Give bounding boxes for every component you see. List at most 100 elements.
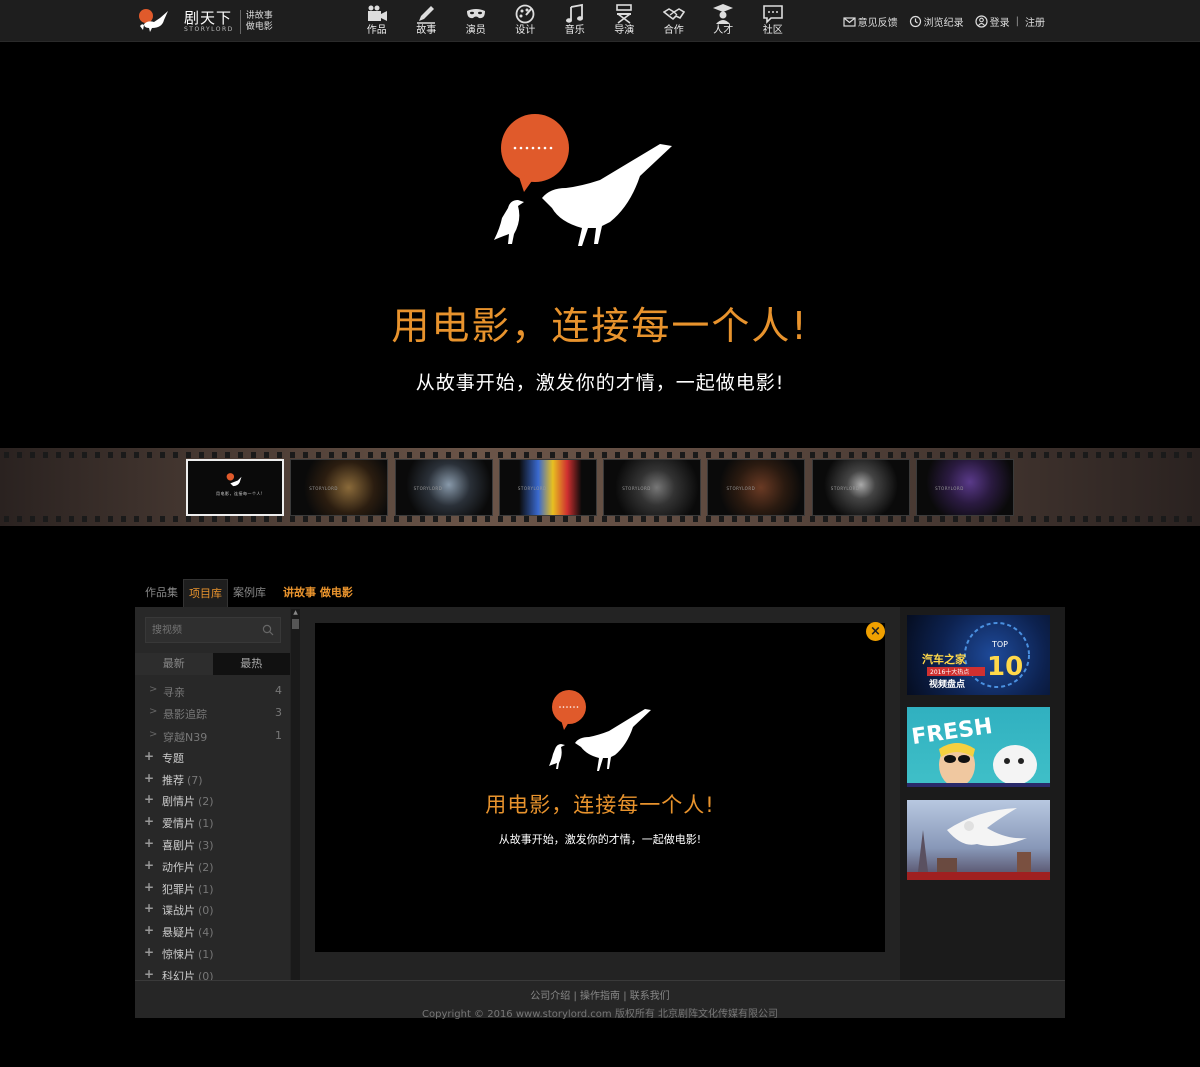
film-frame-8-text: STORYLORD <box>935 486 964 491</box>
category-item[interactable]: + 悬疑片 (4) <box>135 922 290 944</box>
hero-title: 用电影，连接每一个人! <box>391 304 809 348</box>
nav-actors[interactable]: 演员 <box>451 0 501 42</box>
history-clock-icon <box>909 15 921 28</box>
film-frame-6[interactable]: STORYLORD <box>707 459 806 516</box>
category-item[interactable]: + 爱情片 (1) <box>135 813 290 835</box>
film-frame-7-text: STORYLORD <box>830 486 860 491</box>
hero-subtitle: 从故事开始，激发你的才情，一起做电影! <box>415 372 785 394</box>
register-label: 注册 <box>1025 18 1045 29</box>
tab-portfolio[interactable]: 作品集 <box>140 579 183 607</box>
film-frame-1[interactable]: 用电影，连接每一个人! <box>186 459 284 516</box>
list-item[interactable]: > 穿越N39 1 <box>135 726 290 748</box>
logo-chinese-name: 剧天下 <box>184 9 233 27</box>
plus-icon: + <box>144 857 155 872</box>
footer-link-guide[interactable]: 操作指南 <box>580 991 620 1002</box>
category-item[interactable]: + 动作片 (2) <box>135 857 290 879</box>
nav-talent[interactable]: 人才 <box>699 0 749 42</box>
thumbnail-2[interactable]: FRESH <box>907 707 1050 787</box>
nav-community[interactable]: 社区 <box>748 0 798 42</box>
plus-icon: + <box>144 748 155 763</box>
film-frame-2[interactable]: STORYLORD <box>290 459 389 516</box>
search-input[interactable] <box>146 618 256 643</box>
category-item[interactable]: + 惊悚片 (1) <box>135 944 290 966</box>
copyright-text: Copyright © 2016 www.storylord.com 版权所有 … <box>422 1009 778 1020</box>
preview-title: 用电影，连接每一个人! <box>485 793 715 817</box>
nav-music[interactable]: 音乐 <box>550 0 600 42</box>
history-link[interactable]: 浏览纪录 <box>909 14 964 29</box>
chevron-right-icon: > <box>149 706 158 718</box>
logo-english-name: STORYLORD <box>184 26 234 33</box>
feedback-link[interactable]: 意见反馈 <box>843 14 898 29</box>
nav-director[interactable]: 导演 <box>600 0 650 42</box>
list-item[interactable]: > 悬影追踪 3 <box>135 703 290 725</box>
tab-cases[interactable]: 案例库 <box>228 579 271 607</box>
film-frame-3-text: STORYLORD <box>413 486 443 491</box>
film-frame-4[interactable]: STORYLORD <box>498 459 597 516</box>
scroll-thumb[interactable] <box>292 619 299 629</box>
nav-story[interactable]: 故事 <box>402 0 452 42</box>
nav-design[interactable]: 设计 <box>501 0 551 42</box>
search-icon[interactable] <box>262 624 274 636</box>
category-item[interactable]: + 推荐 (7) <box>135 770 290 792</box>
category-item[interactable]: + 谍战片 (0) <box>135 900 290 922</box>
svg-text:2016十大热点: 2016十大热点 <box>930 668 969 676</box>
tab-projects[interactable]: 项目库 <box>183 579 228 607</box>
nav-cooperation[interactable]: 合作 <box>649 0 699 42</box>
film-frame-5[interactable]: STORYLORD <box>603 459 702 516</box>
search-box <box>145 617 281 643</box>
nav-actors-label: 演员 <box>465 25 486 36</box>
hero-bird-logo-icon <box>490 110 680 250</box>
thumbnail-1[interactable]: 汽车之家 2016十大热点 视频盘点 TOP 10 <box>907 615 1050 695</box>
chat-bubble-icon <box>762 5 783 24</box>
category-item[interactable]: + 喜剧片 (3) <box>135 835 290 857</box>
close-preview-button[interactable]: × <box>866 622 885 641</box>
user-links: 意见反馈 浏览纪录 登录 | 注册 <box>832 14 1045 29</box>
plus-icon: + <box>144 945 155 960</box>
chevron-right-icon: > <box>149 728 158 740</box>
top-navigation-bar: 剧天下 STORYLORD 讲故事 做电影 作品 故事 演员 设计 音乐 导演 … <box>0 0 1200 42</box>
thumbnail-3[interactable] <box>907 800 1050 880</box>
video-preview[interactable]: 用电影，连接每一个人! 从故事开始，激发你的才情，一起做电影! <box>315 623 885 952</box>
film-frame-4-text: STORYLORD <box>517 486 547 491</box>
graduate-icon <box>713 4 734 24</box>
footer-link-about[interactable]: 公司介绍 <box>530 991 570 1002</box>
film-frame-3[interactable]: STORYLORD <box>394 459 493 516</box>
film-frame-8[interactable]: STORYLORD <box>916 459 1015 516</box>
category-item[interactable]: + 剧情片 (2) <box>135 791 290 813</box>
mask-icon <box>466 9 485 19</box>
handshake-icon <box>662 8 685 21</box>
tabs-slogan: 讲故事 做电影 <box>283 586 353 599</box>
footer-link-contact[interactable]: 联系我们 <box>630 991 670 1002</box>
library-tabs: 作品集 项目库 案例库 讲故事 做电影 <box>140 579 353 607</box>
register-link[interactable]: 注册 <box>1025 14 1045 29</box>
plus-icon: + <box>144 792 155 807</box>
logo-slogan-1: 讲故事 <box>245 11 273 21</box>
nav-works-label: 作品 <box>366 25 387 36</box>
palette-icon <box>515 4 535 24</box>
thumbnail-2-graphic: FRESH <box>907 714 1050 787</box>
frame-1-bird-icon <box>226 473 242 487</box>
pencil-icon <box>417 6 436 24</box>
category-item[interactable]: + 科幻片 (0) <box>135 966 290 980</box>
sort-hottest-tab[interactable]: 最热 <box>212 653 290 675</box>
sidebar-scrollbar[interactable]: ▲ <box>291 609 300 980</box>
nav-works[interactable]: 作品 <box>352 0 402 42</box>
nav-story-label: 故事 <box>416 25 437 36</box>
login-register-separator: | <box>1015 16 1019 27</box>
login-link[interactable]: 登录 <box>975 14 1010 29</box>
category-item[interactable]: + 犯罪片 (1) <box>135 879 290 901</box>
sort-newest-tab[interactable]: 最新 <box>135 653 213 675</box>
film-strip-carousel: 用电影，连接每一个人! STORYLORD STORYLORD STORYLOR… <box>0 448 1200 526</box>
login-label: 登录 <box>989 18 1010 29</box>
film-frame-7[interactable]: STORYLORD <box>811 459 910 516</box>
scroll-up-icon[interactable]: ▲ <box>292 609 299 616</box>
category-item[interactable]: + 专题 <box>135 748 290 770</box>
video-camera-icon <box>367 5 387 21</box>
site-logo[interactable]: 剧天下 STORYLORD 讲故事 做电影 <box>138 7 273 37</box>
film-perforation-top <box>0 452 1200 458</box>
list-item[interactable]: > 寻亲 4 <box>135 681 290 703</box>
svg-text:汽车之家: 汽车之家 <box>922 652 967 666</box>
user-icon <box>975 15 988 28</box>
footer-links: 公司介绍 | 操作指南 | 联系我们 <box>135 987 1065 1002</box>
nav-music-label: 音乐 <box>564 25 585 36</box>
